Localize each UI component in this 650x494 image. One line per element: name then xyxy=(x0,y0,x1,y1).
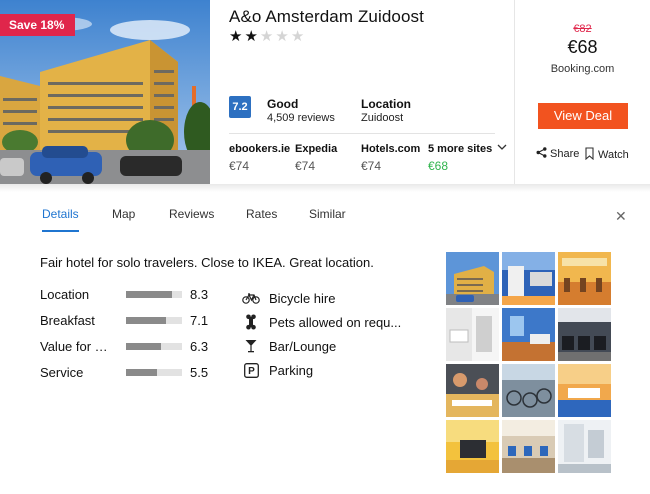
share-button[interactable]: Share xyxy=(536,147,579,161)
provider-price: €68 xyxy=(428,159,449,173)
detail-tabs: Details Map Reviews Rates Similar ✕ xyxy=(0,192,650,238)
share-label: Share xyxy=(550,148,580,160)
score-label: Service xyxy=(40,365,84,380)
amenity-label: Bar/Lounge xyxy=(269,338,337,354)
provider-name: Expedia xyxy=(295,143,338,155)
review-count: 4,509 reviews xyxy=(267,112,335,124)
bicycle-icon xyxy=(242,290,260,306)
deal-price: €68 xyxy=(567,37,598,57)
photo-thumbnail[interactable] xyxy=(502,308,555,361)
provider-price-ebookers[interactable]: ebookers.ie €74 xyxy=(229,143,290,173)
score-value: 7.1 xyxy=(190,313,209,328)
tab-reviews[interactable]: Reviews xyxy=(169,207,214,230)
provider-price-expedia[interactable]: Expedia €74 xyxy=(295,143,337,173)
location-value: Zuidoost xyxy=(361,112,404,124)
amenity-bar-lounge: Bar/Lounge xyxy=(242,337,336,355)
star-empty-icon: ★ xyxy=(275,28,291,45)
photo-thumbnail[interactable] xyxy=(502,364,555,417)
score-label: Breakfast xyxy=(40,313,95,328)
star-empty-icon: ★ xyxy=(259,28,276,45)
score-bar-fill xyxy=(126,369,157,376)
star-filled-icon: ★ xyxy=(244,28,260,45)
score-row-service: Service 5.5 xyxy=(40,365,220,381)
parking-icon: P xyxy=(242,362,260,378)
deal-site: Booking.com xyxy=(550,63,615,75)
hotel-summary: Fair hotel for solo travelers. Close to … xyxy=(40,255,374,270)
score-bar xyxy=(126,317,182,324)
photo-thumbnail[interactable] xyxy=(446,420,499,473)
provider-price: €74 xyxy=(229,159,250,173)
rating-score-badge[interactable]: 7.2 xyxy=(229,96,251,118)
close-icon[interactable]: ✕ xyxy=(615,209,627,223)
photo-thumbnail[interactable] xyxy=(446,364,499,417)
hotel-card: Save 18% A&o Amsterdam Zuidoost ★★★★★ 7.… xyxy=(0,0,650,184)
watch-label: Watch xyxy=(598,149,629,161)
score-label: Location xyxy=(40,287,90,302)
divider xyxy=(229,133,495,134)
star-rating: ★★★★★ xyxy=(229,29,306,44)
tab-rates[interactable]: Rates xyxy=(246,207,277,230)
chevron-down-icon xyxy=(497,143,507,153)
score-bar xyxy=(126,369,182,376)
bookmark-icon xyxy=(585,147,594,163)
original-price: €82 xyxy=(573,23,592,35)
amenity-label: Bicycle hire xyxy=(269,290,336,306)
provider-name: ebookers.ie xyxy=(229,143,291,155)
score-bar-fill xyxy=(126,291,173,298)
photo-thumbnail[interactable] xyxy=(558,364,611,417)
save-badge: Save 18% xyxy=(0,14,76,36)
photo-thumbnail[interactable] xyxy=(558,252,611,305)
photo-thumbnail[interactable] xyxy=(502,420,555,473)
bone-icon xyxy=(242,314,260,330)
hotel-name[interactable]: A&o Amsterdam Zuidoost xyxy=(229,7,424,27)
more-sites-dropdown[interactable]: 5 more sites €68 xyxy=(428,143,507,173)
share-icon xyxy=(536,147,547,161)
photo-thumbnail[interactable] xyxy=(502,252,555,305)
score-row-location: Location 8.3 xyxy=(40,287,220,303)
score-value: 6.3 xyxy=(190,339,209,354)
photo-thumbnail[interactable] xyxy=(558,420,611,473)
score-value: 5.5 xyxy=(190,365,209,380)
tab-similar[interactable]: Similar xyxy=(309,207,346,230)
view-deal-button[interactable]: View Deal xyxy=(538,103,628,129)
amenity-label: Pets allowed on requ... xyxy=(269,314,402,330)
provider-price-hotels[interactable]: Hotels.com €74 xyxy=(361,143,420,173)
location-label: Location xyxy=(361,97,411,111)
star-empty-icon: ★ xyxy=(290,28,307,45)
provider-price: €74 xyxy=(361,159,382,173)
score-bar xyxy=(126,291,182,298)
amenity-parking: P Parking xyxy=(242,361,313,379)
amenity-pets: Pets allowed on requ... xyxy=(242,313,401,331)
photo-thumbnail[interactable] xyxy=(558,308,611,361)
hotel-main-photo[interactable]: Save 18% xyxy=(0,0,210,184)
watch-button[interactable]: Watch xyxy=(585,147,629,163)
score-bar xyxy=(126,343,182,350)
photo-thumbnail[interactable] xyxy=(446,308,499,361)
score-row-breakfast: Breakfast 7.1 xyxy=(40,313,220,329)
score-bar-fill xyxy=(126,317,166,324)
cocktail-icon xyxy=(242,338,260,354)
amenity-bicycle-hire: Bicycle hire xyxy=(242,289,335,307)
amenity-label: Parking xyxy=(269,362,314,378)
score-label: Value for … xyxy=(40,339,108,354)
score-value: 8.3 xyxy=(190,287,209,302)
tab-map[interactable]: Map xyxy=(112,207,135,230)
star-filled-icon: ★ xyxy=(229,28,245,45)
photo-thumbnail[interactable] xyxy=(446,252,499,305)
section-separator xyxy=(0,184,650,192)
tab-details[interactable]: Details xyxy=(42,207,79,232)
svg-text:P: P xyxy=(248,366,255,377)
score-row-value: Value for … 6.3 xyxy=(40,339,220,355)
provider-price: €74 xyxy=(295,159,316,173)
score-bar-fill xyxy=(126,343,162,350)
rating-word: Good xyxy=(267,97,299,111)
more-sites-label: 5 more sites xyxy=(428,143,493,155)
provider-name: Hotels.com xyxy=(361,143,421,155)
